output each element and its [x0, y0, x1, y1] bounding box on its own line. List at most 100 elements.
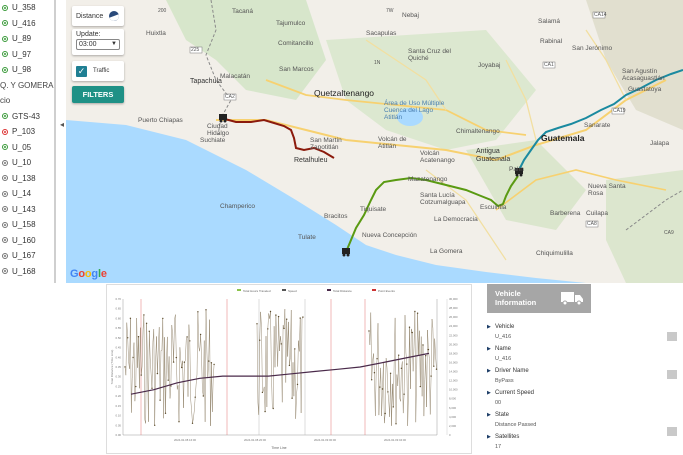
map-label: Tulate	[298, 234, 316, 241]
map-label: Jalapa	[650, 140, 670, 147]
vehicle-list-item[interactable]: U_167	[0, 248, 54, 264]
status-dot-icon[interactable]	[2, 252, 8, 259]
map-label: Guastatoya	[628, 86, 662, 93]
vehicle-label: P_103	[12, 127, 36, 137]
speed-point	[202, 395, 204, 397]
vehicle-list-item[interactable]: U_05	[0, 140, 54, 156]
map-label: San Marcos	[279, 66, 314, 73]
vehicle-label: U_98	[12, 65, 32, 75]
speed-point	[408, 326, 411, 328]
field-value: 00	[495, 400, 502, 406]
status-dot-icon[interactable]	[2, 128, 8, 135]
speed-point	[291, 397, 293, 399]
vehicle-label: cio	[0, 96, 11, 106]
speed-point	[175, 356, 177, 359]
speed-point	[419, 385, 421, 388]
vehicle-list-item[interactable]: U_10	[0, 155, 54, 171]
traffic-toggle[interactable]: ✓ Traffic	[72, 61, 124, 81]
vehicle-group-label[interactable]: Q. Y GOMERA	[0, 78, 54, 94]
speed-point	[387, 391, 389, 393]
vehicle-label: U_160	[12, 235, 36, 245]
speed-point	[159, 399, 161, 401]
y-tick-label: 0.00	[116, 433, 122, 437]
distance-icon	[109, 11, 120, 21]
filters-button[interactable]: FILTERS	[72, 86, 124, 103]
speed-point	[170, 385, 172, 387]
map-label: Volcán de Atitlán	[378, 136, 407, 150]
status-dot-icon[interactable]	[2, 144, 8, 151]
vehicle-marker-icon[interactable]	[219, 114, 227, 123]
map-label: San Martín Zapotitlán	[310, 137, 342, 151]
speed-point	[132, 356, 134, 359]
vehicle-list-item[interactable]: U_14	[0, 186, 54, 202]
chevron-left-icon[interactable]: ◂	[58, 118, 66, 132]
vehicle-group-label[interactable]: cio	[0, 93, 54, 109]
speed-point	[294, 348, 296, 350]
vehicle-label: U_358	[12, 3, 36, 13]
y-tick-label: 0.50	[116, 336, 122, 340]
bullet-arrow-icon: ▶	[487, 368, 491, 374]
status-dot-icon[interactable]	[2, 159, 8, 166]
vehicle-list-item[interactable]: U_416	[0, 16, 54, 32]
vehicle-list-item[interactable]: U_138	[0, 171, 54, 187]
status-dot-icon[interactable]	[2, 66, 8, 73]
speed-point	[272, 407, 274, 410]
status-dot-icon[interactable]	[2, 20, 8, 27]
speed-point	[406, 363, 408, 365]
y-tick-label: 0.70	[116, 297, 122, 301]
vehicle-list-item[interactable]: U_143	[0, 202, 54, 218]
status-dot-icon[interactable]	[2, 268, 8, 275]
speed-point	[430, 375, 432, 377]
traffic-checkbox[interactable]: ✓	[76, 65, 87, 77]
status-dot-icon[interactable]	[2, 51, 8, 58]
y-tick-label-right: 8,000	[449, 397, 456, 401]
map-label: Nueva Santa Rosa	[588, 183, 626, 197]
y-tick-label: 0.65	[116, 307, 122, 311]
y-tick-label: 0.35	[116, 365, 122, 369]
speed-point	[145, 322, 148, 324]
map-label: 1N	[374, 60, 381, 66]
distance-toggle[interactable]: Distance	[72, 6, 124, 26]
map[interactable]: Tacaná Tajumulco Comitancillo Huixtla Ta…	[66, 0, 683, 283]
field-value: 17	[495, 444, 502, 450]
field-label: Vehicle	[495, 324, 515, 330]
traffic-label: Traffic	[93, 68, 110, 74]
y-tick-label-right: 22,000	[449, 333, 458, 337]
map-label: Chiquimulilla	[536, 250, 573, 257]
speed-point	[181, 366, 183, 369]
field-value: Distance Passed	[495, 422, 537, 428]
vehicle-list-item[interactable]: U_158	[0, 217, 54, 233]
vehicle-list-item[interactable]: P_103	[0, 124, 54, 140]
vehicle-list-item[interactable]: U_98	[0, 62, 54, 78]
speed-point	[205, 309, 207, 311]
status-dot-icon[interactable]	[2, 206, 8, 213]
map-label: Rabinal	[540, 38, 563, 45]
status-dot-icon[interactable]	[2, 175, 8, 182]
chart-panel: Total Hours Traveled Speed Total Distance P…	[106, 284, 472, 454]
vehicle-list-item[interactable]: U_168	[0, 264, 54, 280]
status-dot-icon[interactable]	[2, 190, 8, 197]
y-tick-label-right: 26,000	[449, 315, 458, 319]
status-dot-icon[interactable]	[2, 221, 8, 228]
vehicle-list-item[interactable]: GTS-43	[0, 109, 54, 125]
speed-point	[162, 317, 164, 320]
vehicle-list-item[interactable]: U_89	[0, 31, 54, 47]
status-dot-icon[interactable]	[2, 113, 8, 120]
y-tick-label-right: 16,000	[449, 360, 458, 364]
vehicle-list-item[interactable]: U_97	[0, 47, 54, 63]
status-dot-icon[interactable]	[2, 237, 8, 244]
update-interval-select[interactable]: 03:00 ▼	[76, 39, 120, 50]
y-tick-label-right: 30,000	[449, 297, 458, 301]
y-tick-label: 0.20	[116, 394, 122, 398]
status-dot-icon[interactable]	[2, 35, 8, 42]
speed-point	[371, 379, 373, 381]
y-tick-label: 0.10	[116, 414, 122, 418]
map-label: Cuilapa	[586, 210, 609, 217]
google-logo: Google	[70, 268, 107, 280]
speed-point	[199, 333, 202, 336]
status-dot-icon[interactable]	[2, 4, 8, 11]
vehicle-list-item[interactable]: U_160	[0, 233, 54, 249]
map-label: Comitancillo	[278, 40, 314, 47]
speed-point	[164, 412, 167, 414]
vehicle-list-item[interactable]: U_358	[0, 0, 54, 16]
